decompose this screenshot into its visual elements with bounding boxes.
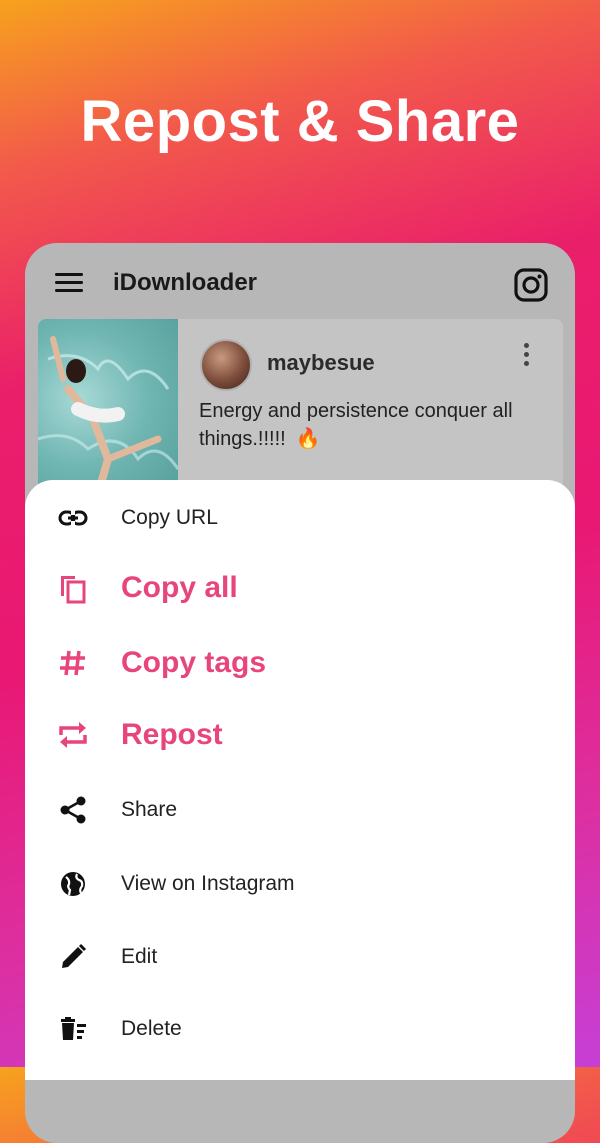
menu-label: Copy tags (121, 646, 267, 679)
menu-item-copy-url[interactable]: Copy URL (25, 488, 575, 548)
caption-text: Energy and persistence conquer all thing… (199, 400, 513, 450)
action-sheet: Copy URL Copy all Copy tags Repost Share… (25, 480, 575, 1080)
avatar[interactable] (200, 339, 252, 391)
share-icon (60, 796, 86, 824)
menu-label: Copy URL (121, 506, 218, 529)
copy-icon (61, 576, 86, 604)
menu-label: Copy all (121, 571, 238, 604)
menu-label: Edit (121, 945, 158, 968)
trash-icon (61, 1017, 86, 1040)
app-bar: iDownloader (25, 243, 575, 321)
menu-item-edit[interactable]: Edit (25, 927, 575, 987)
link-icon (58, 510, 88, 526)
hamburger-menu-icon[interactable] (55, 273, 85, 293)
menu-item-repost[interactable]: Repost (25, 705, 575, 765)
hashtag-icon (60, 650, 85, 676)
more-options-icon[interactable] (522, 343, 530, 369)
repost-icon (59, 722, 87, 748)
menu-label: Share (121, 798, 178, 821)
menu-label: Delete (121, 1017, 182, 1040)
menu-item-view-on-instagram[interactable]: View on Instagram (25, 854, 575, 914)
menu-item-delete[interactable]: Delete (25, 999, 575, 1059)
post-caption: Energy and persistence conquer all thing… (199, 397, 529, 453)
menu-label: Repost (121, 718, 223, 751)
fire-emoji: 🔥 (295, 428, 321, 450)
headline: Repost & Share (80, 89, 520, 154)
globe-icon (61, 872, 85, 896)
menu-item-share[interactable]: Share (25, 780, 575, 840)
pencil-icon (62, 943, 87, 968)
app-title: iDownloader (113, 269, 258, 296)
menu-item-copy-tags[interactable]: Copy tags (25, 633, 575, 693)
menu-item-copy-all[interactable]: Copy all (25, 558, 575, 618)
instagram-icon[interactable] (513, 267, 549, 303)
post-username[interactable]: maybesue (267, 350, 375, 376)
menu-label: View on Instagram (121, 872, 295, 895)
